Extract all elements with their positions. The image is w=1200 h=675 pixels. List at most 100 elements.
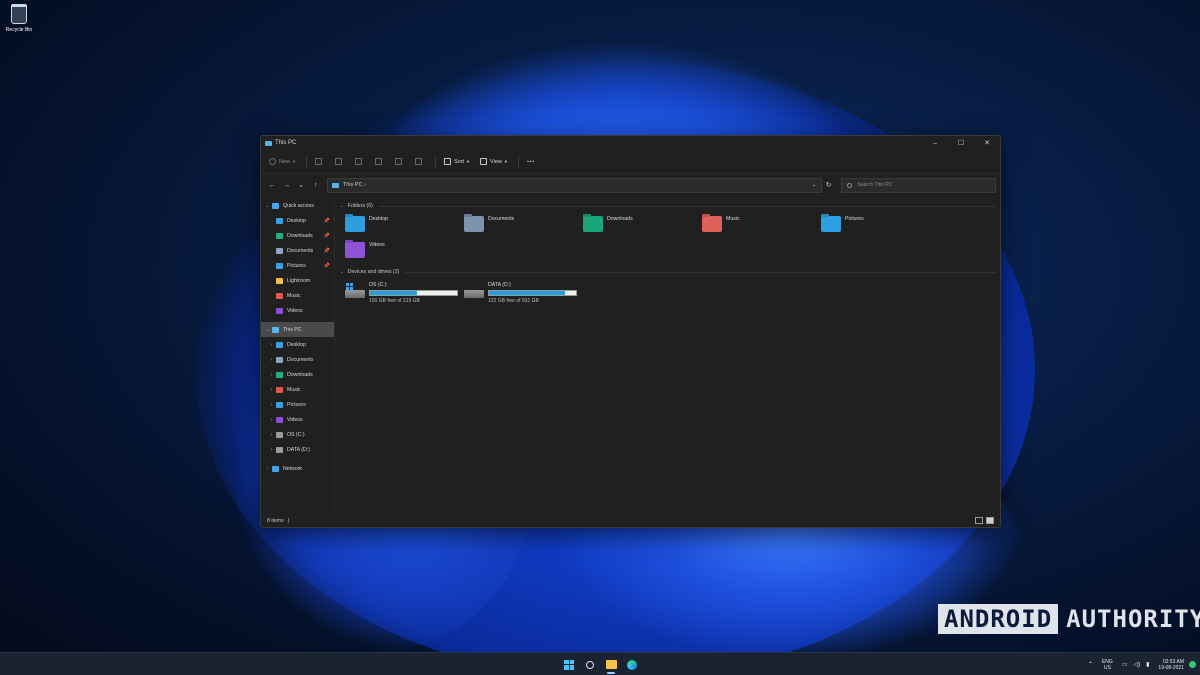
sidebar-expand-chevron[interactable]: › [267,342,276,348]
sidebar-item[interactable]: › Desktop [261,337,334,352]
folder-tile[interactable]: Documents [464,214,583,240]
view-button[interactable]: View ▼ [480,158,508,165]
clock-time: 02:53 AM [1162,658,1184,665]
volume-icon[interactable]: ◁) [1133,661,1140,668]
pictures-icon [276,262,283,269]
search-icon [847,182,853,188]
sidebar-expand-chevron[interactable]: ⌄ [263,327,272,333]
status-cursor: | [287,517,290,524]
view-icon [480,158,488,165]
desktop-folder-icon [345,216,365,232]
sidebar-expand-chevron[interactable]: › [263,466,272,472]
sidebar-expand-chevron[interactable]: › [267,402,276,408]
sidebar-item[interactable]: Lightroom [261,273,334,288]
paste-button[interactable] [354,158,365,165]
edge-icon [627,659,637,670]
clock[interactable]: 02:53 AM 19-08-2021 [1158,659,1184,671]
chevron-down-icon: ⌄ [340,203,344,208]
sidebar-item[interactable]: › Downloads [261,367,334,382]
sidebar-item[interactable]: › Videos [261,412,334,427]
more-options-button[interactable]: ··· [527,157,535,166]
rename-button[interactable] [374,158,385,165]
new-button[interactable]: New ▼ [269,158,296,165]
sidebar-item-label: Documents [287,247,314,254]
recent-locations-button[interactable]: ⌄ [294,181,308,189]
drive-tile[interactable]: DATA (D:) 122 GB free of 931 GB [464,282,583,304]
show-hidden-icons-button[interactable]: ⌃ [1088,661,1093,668]
recycle-bin-shortcut[interactable]: Recycle Bin [4,4,34,33]
sidebar-expand-chevron[interactable]: › [267,447,276,453]
folder-icon [276,277,283,284]
battery-icon[interactable]: ▮ [1146,661,1149,668]
address-bar[interactable]: This PC › ⌄ [326,177,822,193]
taskbar-search-button[interactable] [581,656,599,673]
cut-icon [314,158,322,165]
language-indicator[interactable]: ENG US [1102,659,1113,671]
copy-button[interactable] [334,158,345,165]
up-button[interactable]: ↑ [308,182,322,189]
sidebar-item[interactable]: Downloads 📌 [261,228,334,243]
sidebar-item[interactable]: Music [261,288,334,303]
videos-icon [276,416,283,423]
sidebar-item[interactable]: › Network [261,461,334,476]
folder-label: Videos [369,242,385,248]
toolbar-divider [517,155,519,168]
sidebar-item[interactable]: Videos [261,303,334,318]
folder-tile[interactable]: Desktop [345,214,464,240]
sidebar-item[interactable]: › DATA (D:) [261,442,334,457]
details-view-button[interactable] [975,517,983,524]
sidebar-expand-chevron[interactable]: › [267,357,276,363]
drive-usage-bar [488,290,577,296]
sidebar-expand-chevron[interactable]: ⌄ [263,203,272,209]
notification-icon[interactable] [1189,661,1196,668]
this-pc-icon [265,140,272,146]
folders-group-header[interactable]: ⌄ Folders (6) [340,200,996,212]
folder-tile[interactable]: Pictures [821,214,940,240]
sidebar-item[interactable]: Documents 📌 [261,243,334,258]
sidebar-item[interactable]: Pictures 📌 [261,258,334,273]
breadcrumb[interactable]: This PC › [343,182,807,188]
drive-tile[interactable]: OS (C:) 100 GB free of 219 GB [345,282,464,304]
start-button[interactable] [560,656,578,673]
file-explorer-taskbar-button[interactable] [602,656,620,674]
folder-tile[interactable]: Downloads [583,214,702,240]
title-bar[interactable]: This PC – ☐ ✕ [261,136,1000,150]
folder-label: Pictures [845,216,864,222]
file-explorer-icon [605,660,617,669]
maximize-button[interactable]: ☐ [948,139,974,147]
pin-icon: 📌 [323,262,330,269]
refresh-button[interactable]: ↻ [822,181,836,189]
sidebar-item[interactable]: › Documents [261,352,334,367]
downloads-icon [276,371,283,378]
folder-tile[interactable]: Music [702,214,821,240]
back-button[interactable]: ← [265,182,279,189]
sidebar-expand-chevron[interactable]: › [267,417,276,423]
drives-group-header[interactable]: ⌄ Devices and drives (2) [340,266,996,278]
edge-taskbar-button[interactable] [623,656,641,673]
share-button[interactable] [394,158,405,165]
address-dropdown-button[interactable]: ⌄ [807,182,821,188]
sidebar-item[interactable]: › Pictures [261,397,334,412]
sidebar-expand-chevron[interactable]: › [267,432,276,438]
network-icon [272,465,279,472]
close-button[interactable]: ✕ [974,139,1000,147]
delete-button[interactable] [414,158,425,165]
sidebar-expand-chevron[interactable]: › [267,372,276,378]
sidebar-item[interactable]: › OS (C:) [261,427,334,442]
folder-tile[interactable]: Videos [345,240,464,266]
search-box[interactable]: Search This PC [841,177,996,193]
sidebar-item[interactable]: ⌄ This PC [261,322,334,337]
sidebar-item[interactable]: Desktop 📌 [261,213,334,228]
sidebar-item-label: Music [287,292,301,299]
videos-icon [276,307,283,314]
cut-button[interactable] [314,158,325,165]
sidebar-item[interactable]: › Music [261,382,334,397]
large-icons-view-button[interactable] [986,517,994,524]
sidebar-item[interactable]: ⌄ Quick access [261,198,334,213]
sidebar-expand-chevron[interactable]: › [267,387,276,393]
minimize-button[interactable]: – [922,140,948,147]
forward-button[interactable]: → [279,182,293,189]
drive-usage-fill [489,291,565,295]
sort-button[interactable]: Sort ▼ [443,158,470,165]
monitor-icon[interactable]: ▭ [1122,661,1128,668]
